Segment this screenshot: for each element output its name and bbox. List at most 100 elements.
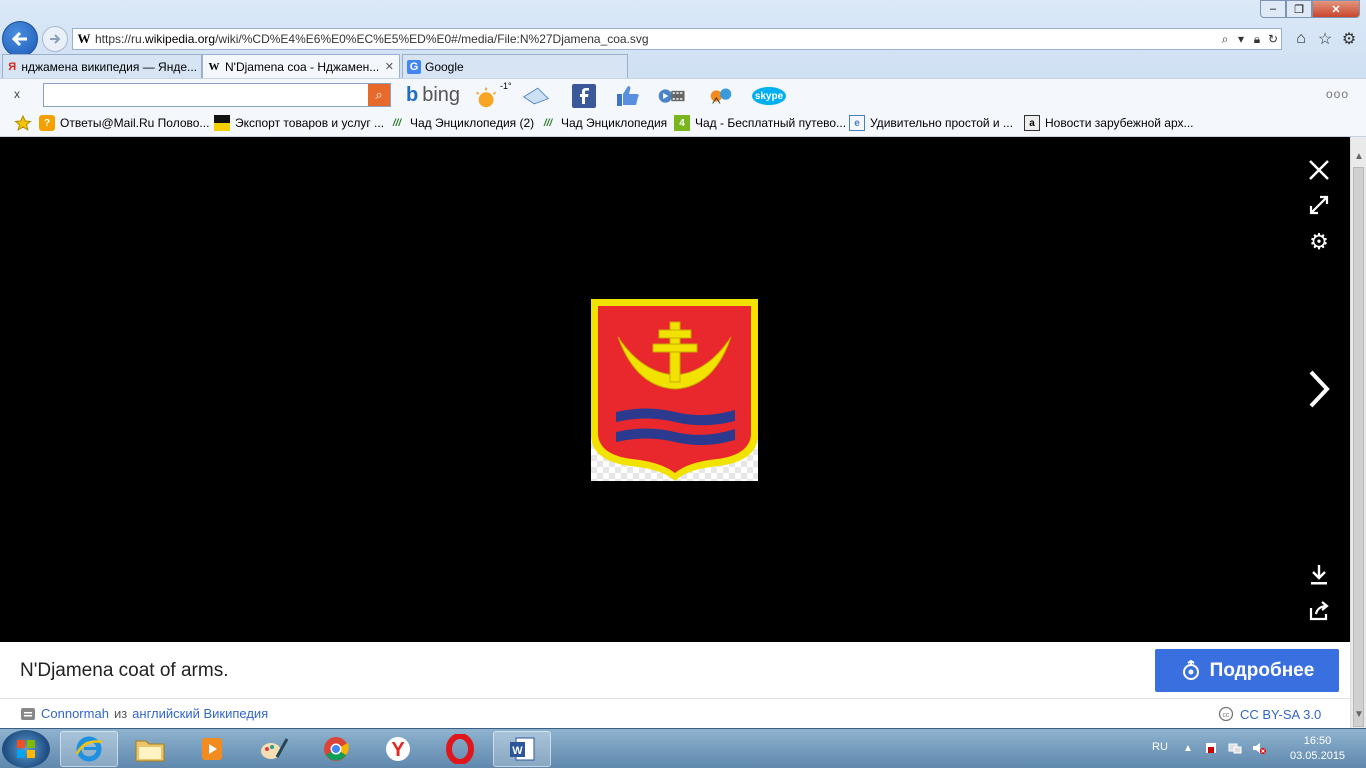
command-bar: x ⌕ b bing -1° skype ooo [0,78,1366,110]
keyboard-language[interactable]: RU [1152,741,1168,753]
favorite-item[interactable]: /// Чад Энциклопедия [540,115,667,131]
address-bar[interactable]: W https://ru.wikipedia.org/wiki/%CD%E4%E… [72,28,1282,50]
lock-icon[interactable]: 🔒︎ [1249,32,1265,47]
windows-taskbar: Y W RU ▲ 16:50 03.05.2015 [0,728,1366,768]
source-link[interactable]: английский Википедия [132,706,268,721]
opera-icon [446,734,474,764]
more-details-label: Подробнее [1209,659,1315,681]
favorite-label: Ответы@Mail.Ru Полово... [60,116,210,130]
next-image-chevron-icon[interactable] [1302,364,1336,414]
scroll-down-arrow-icon[interactable]: ▼ [1354,709,1364,720]
taskbar-internet-explorer[interactable] [60,731,118,767]
favorites-star-icon[interactable]: ☆ [1315,28,1335,50]
wikipedia-favicon-icon: W [208,60,220,73]
search-icon[interactable]: ⌕ [1217,32,1233,47]
mailru-answers-icon: ? [39,115,55,131]
forward-button[interactable] [42,26,68,52]
favorite-item[interactable]: a Новости зарубежной арх... [1024,115,1194,131]
favorite-item[interactable]: ? Ответы@Mail.Ru Полово... [39,115,209,131]
clock-time: 16:50 [1303,735,1332,747]
travel-guide-icon: 4 [674,115,690,131]
favorite-label: Чад Энциклопедия (2) [410,116,535,130]
skype-icon[interactable]: skype [750,84,788,108]
taskbar-opera[interactable] [431,731,489,767]
dropdown-icon[interactable]: ▾ [1233,32,1249,46]
maximize-button[interactable]: ❐ [1286,0,1312,18]
tray-network-icon[interactable] [1228,741,1242,755]
encyclopedia-icon: /// [392,117,402,129]
image-caption: N'Djamena coat of arms. [20,660,229,681]
favorite-label: Новости зарубежной арх... [1045,116,1194,130]
yandex-browser-icon: Y [386,737,410,761]
taskbar-yandex-browser[interactable]: Y [369,731,427,767]
address-url[interactable]: https://ru.wikipedia.org/wiki/%CD%E4%E6%… [95,32,1217,46]
viewer-close-icon[interactable] [1305,156,1333,184]
license-link[interactable]: CC BY-SA 3.0 [1240,707,1321,722]
tab-label: Google [425,59,464,74]
search-go-icon[interactable]: ⌕ [368,84,390,106]
toolbar-more-button[interactable]: ooo [1326,87,1349,101]
settings-gear-icon[interactable]: ⚙ [1339,28,1359,50]
taskbar-file-explorer[interactable] [121,731,179,767]
download-icon[interactable] [1306,561,1332,587]
like-thumb-icon[interactable] [614,84,642,108]
tab-close-icon[interactable]: ✕ [385,60,394,73]
favorite-item[interactable]: /// Чад Энциклопедия (2) [389,115,534,131]
window-close-button[interactable]: ✕ [1312,0,1360,18]
taskbar-word[interactable]: W [493,731,551,767]
media-viewer: ⚙ [0,137,1350,642]
video-film-icon[interactable] [658,84,686,108]
tab-google[interactable]: G Google [402,54,628,78]
author-link[interactable]: Connormah [41,706,109,721]
taskbar-chrome[interactable] [307,731,365,767]
svg-text:Y: Y [391,739,405,761]
weather-temp: -1° [500,81,512,91]
page-scrollbar[interactable]: ▲ ▼ [1350,137,1366,728]
more-details-button[interactable]: Подробнее [1155,649,1339,692]
back-button[interactable] [2,21,38,57]
bing-label: bing [422,84,461,106]
url-prefix: https://ru. [95,32,146,46]
favorite-item[interactable]: 4 Чад - Бесплатный путево... [674,115,846,131]
start-button[interactable] [2,730,50,768]
share-icon[interactable] [1306,598,1332,624]
wikipedia-favicon-icon: W [77,31,91,46]
yandex-favicon-icon: Я [8,60,17,73]
taskbar-clock[interactable]: 16:50 03.05.2015 [1290,734,1345,764]
toolbar-search-input[interactable]: ⌕ [43,83,391,107]
bing-b-icon: b [406,84,419,106]
viewer-settings-gear-icon[interactable]: ⚙ [1305,228,1333,256]
license-line[interactable]: cc CC BY-SA 3.0 [1218,706,1321,722]
refresh-icon[interactable]: ↻ [1265,32,1281,46]
svg-text:skype: skype [755,91,784,102]
scroll-up-arrow-icon[interactable]: ▲ [1354,151,1364,162]
author-line: Connormah из английский Википедия [20,706,268,721]
home-icon[interactable]: ⌂ [1291,28,1311,50]
facebook-icon[interactable] [570,84,598,108]
favorite-item[interactable]: e Удивительно простой и ... [849,115,1013,131]
url-path: /wiki/%CD%E4%E6%E0%EC%E5%ED%E0#/media/Fi… [215,32,649,46]
back-arrow-icon [11,31,27,47]
export-flag-icon [214,115,230,131]
internet-explorer-icon [75,736,103,762]
favorite-item[interactable]: Экспорт товаров и услуг ... [214,115,384,131]
encyclopedia-icon: /// [543,117,553,129]
toolbar-close-button[interactable]: x [14,87,20,101]
tray-security-icon[interactable] [1204,741,1218,755]
bing-logo[interactable]: b bing [406,84,460,107]
translate-icon[interactable] [707,84,735,108]
fullscreen-expand-icon[interactable] [1305,191,1333,219]
taskbar-paint[interactable] [245,731,303,767]
favorites-bar: ? Ответы@Mail.Ru Полово... Экспорт товаро… [0,110,1366,137]
minimize-button[interactable]: ‒ [1260,0,1286,18]
coat-of-arms-image[interactable] [591,299,758,481]
tab-yandex[interactable]: Я нджамена википедия — Янде... [2,54,202,78]
weather-sun-icon[interactable] [473,84,501,108]
favorites-star-icon[interactable] [14,115,32,131]
tray-expand-arrow-icon[interactable]: ▲ [1181,741,1195,755]
mail-envelope-icon[interactable] [522,84,550,108]
scroll-thumb[interactable] [1353,167,1364,727]
tab-wikipedia[interactable]: W N'Djamena coa - Нджамен... ✕ [202,54,400,78]
tray-volume-muted-icon[interactable] [1252,741,1266,755]
taskbar-media-player[interactable] [183,731,241,767]
